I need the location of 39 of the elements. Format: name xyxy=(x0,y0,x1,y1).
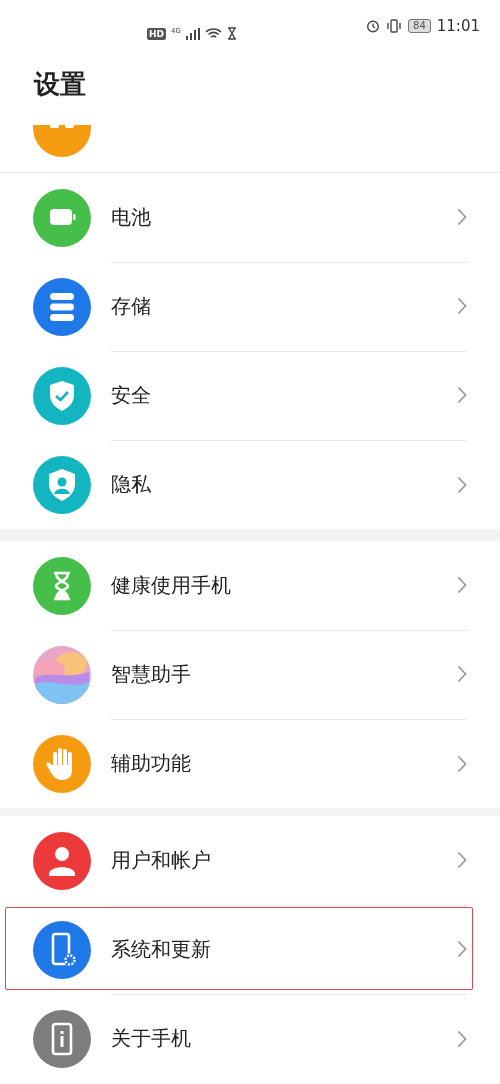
chevron-icon xyxy=(457,475,467,494)
settings-row[interactable]: 健康使用手机 xyxy=(0,541,500,630)
page-title: 设置 xyxy=(32,68,87,101)
chevron-icon xyxy=(457,940,467,958)
settings-label: 智慧助手 xyxy=(111,660,192,688)
settings-label: 关于手机 xyxy=(111,1025,192,1052)
chevron-icon xyxy=(457,754,467,773)
settings-label: 电池 xyxy=(111,203,152,231)
settings-label: 存储 xyxy=(111,292,152,320)
settings-label: 安全 xyxy=(111,381,152,409)
settings-label: 健康使用手机 xyxy=(111,571,232,599)
settings-label: 用户和帐户 xyxy=(111,846,212,874)
vibrate-icon xyxy=(386,19,403,33)
chevron-icon xyxy=(457,297,467,315)
settings-row[interactable]: 关于手机 xyxy=(0,994,500,1083)
settings-label: 隐私 xyxy=(111,471,152,498)
clock-time: 11:01 xyxy=(436,17,480,35)
chevron-icon xyxy=(457,1029,467,1048)
settings-row[interactable]: 用户和帐户 xyxy=(0,816,500,905)
settings-label: 辅助功能 xyxy=(111,750,192,777)
settings-row[interactable]: 安全 xyxy=(0,351,500,440)
chevron-icon xyxy=(457,208,467,226)
settings-row[interactable]: 存储 xyxy=(0,262,500,351)
signal-icon xyxy=(185,27,200,40)
settings-label: 系统和更新 xyxy=(111,935,212,963)
battery-level: 84 xyxy=(408,19,431,33)
settings-row[interactable]: 辅助功能 xyxy=(0,719,500,808)
settings-row[interactable]: 电池 xyxy=(0,173,500,262)
chevron-icon xyxy=(457,851,467,869)
chevron-icon xyxy=(457,386,467,404)
chevron-icon xyxy=(457,665,467,683)
wifi-icon xyxy=(204,27,222,40)
settings-row[interactable]: 系统和更新 xyxy=(0,905,500,994)
chevron-icon xyxy=(457,576,467,594)
settings-row[interactable]: 隐私 xyxy=(0,440,500,529)
settings-row[interactable]: 智慧助手 xyxy=(0,630,500,719)
hd-badge: HD xyxy=(147,27,166,40)
hourglass-icon xyxy=(226,27,237,40)
alarm-icon xyxy=(366,19,381,33)
